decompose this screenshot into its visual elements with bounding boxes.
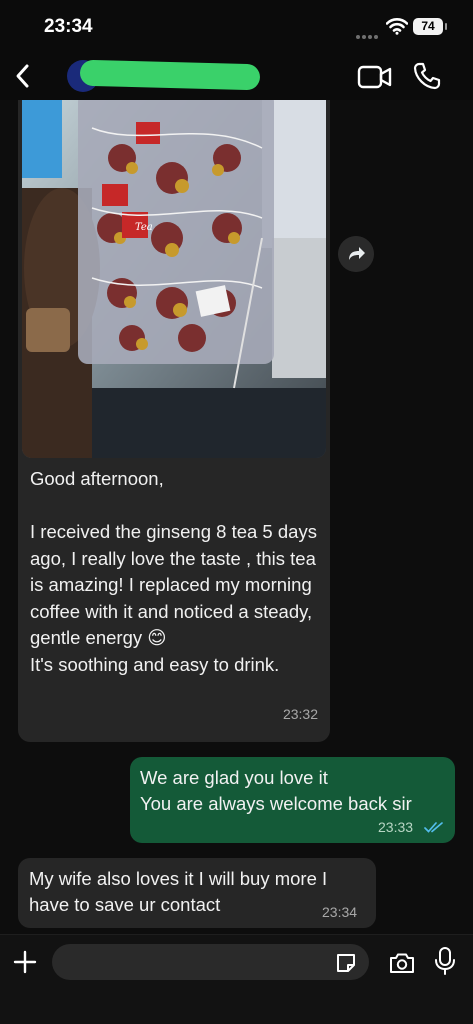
read-receipt-icon xyxy=(424,822,443,833)
forward-button[interactable] xyxy=(338,236,374,272)
voice-call-button[interactable] xyxy=(412,61,442,91)
message-text: We are glad you love it You are always w… xyxy=(140,767,412,814)
message-input-bar xyxy=(0,934,473,1024)
message-input[interactable] xyxy=(52,944,369,980)
chat-area: Tea Good afternoon, I received the ginse… xyxy=(0,100,473,934)
photo-message-bubble[interactable]: Tea Good afternoon, I received the ginse… xyxy=(18,100,330,742)
incoming-message-bubble[interactable]: My wife also loves it I will buy more I … xyxy=(18,858,376,928)
contact-name-redacted[interactable] xyxy=(79,59,261,91)
outgoing-message-bubble[interactable]: We are glad you love it You are always w… xyxy=(130,757,455,843)
sticker-button[interactable] xyxy=(334,951,358,975)
message-text: My wife also loves it I will buy more I … xyxy=(29,868,328,915)
chat-header xyxy=(0,52,473,100)
message-time: 23:33 xyxy=(378,819,414,835)
battery-indicator: 74 xyxy=(413,18,447,35)
back-button[interactable] xyxy=(10,60,38,92)
cellular-signal-icon xyxy=(356,26,380,39)
video-call-button[interactable] xyxy=(357,64,393,90)
wifi-icon xyxy=(386,18,408,35)
message-time: 23:34 xyxy=(322,904,358,920)
status-bar: 23:34 74 xyxy=(0,0,473,52)
tea-photo[interactable]: Tea xyxy=(22,100,326,458)
camera-button[interactable] xyxy=(388,951,416,975)
tea-pack-label: Tea xyxy=(135,222,153,233)
attach-button[interactable] xyxy=(12,949,38,975)
status-time: 23:34 xyxy=(44,16,93,37)
message-text: Good afternoon, I received the ginseng 8… xyxy=(30,468,317,675)
microphone-button[interactable] xyxy=(434,946,456,976)
message-time: 23:32 xyxy=(282,706,318,722)
